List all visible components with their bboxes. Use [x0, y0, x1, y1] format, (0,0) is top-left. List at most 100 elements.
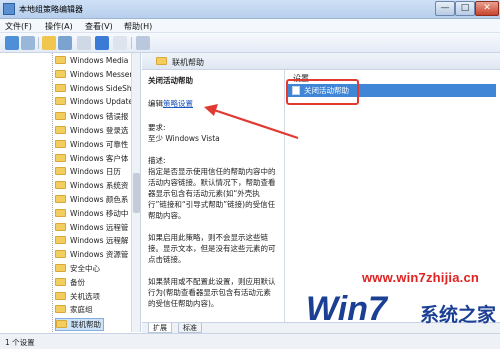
folder-icon	[55, 56, 66, 64]
tree-item[interactable]: Windows 日历	[55, 166, 121, 179]
up-folder-icon[interactable]	[42, 36, 56, 50]
back-icon[interactable]	[5, 36, 19, 50]
maximize-button[interactable]: □	[455, 1, 475, 16]
tree-item[interactable]: Windows 客户体	[55, 153, 128, 166]
app-icon	[3, 3, 15, 15]
folder-icon	[55, 167, 66, 176]
tree-item-label: Windows 远程解	[70, 236, 129, 246]
disabled-text: 如果禁用或不配置此设置，则应用默认行为(帮助查看器显示包含有活动元素的受信任帮助…	[148, 277, 276, 308]
help-icon[interactable]	[95, 36, 109, 50]
tree-item-label: Windows Media	[70, 56, 129, 65]
tree-item-label: 家庭组	[70, 305, 93, 315]
description-text: 指定是否显示使用信任的帮助内容中的活动内容链接。默认情况下，帮助查看器显示包含有…	[148, 167, 276, 220]
export-list-icon[interactable]	[77, 36, 91, 50]
menu-bar: 文件(F) 操作(A) 查看(V) 帮助(H)	[0, 19, 500, 33]
tab-standard[interactable]: 标准	[178, 323, 202, 333]
menu-action[interactable]: 操作(A)	[45, 21, 73, 32]
folder-icon	[55, 250, 66, 259]
tree-item-label: 备份	[70, 277, 85, 287]
tree-item-label: 安全中心	[70, 264, 100, 273]
watermark: www.win7zhijia.cn Win7 系统之家	[300, 270, 500, 332]
folder-icon	[55, 208, 66, 217]
folder-icon	[55, 264, 66, 272]
tree-item[interactable]: Windows Messen	[55, 69, 135, 83]
menu-help[interactable]: 帮助(H)	[124, 21, 152, 32]
tree-item-label: Windows 颜色系	[70, 195, 129, 204]
tab-extended[interactable]: 扩展	[148, 323, 172, 333]
tree-item[interactable]: 备份	[55, 277, 85, 290]
folder-icon	[55, 305, 66, 314]
folder-icon	[55, 83, 66, 92]
tree-item-label: Windows Messen	[70, 69, 135, 79]
folder-icon	[55, 181, 66, 190]
description-label: 描述:	[148, 156, 166, 165]
scrollbar-thumb[interactable]	[133, 173, 140, 213]
tree-item-label: Windows 客户体	[70, 153, 129, 163]
tree-guide-line	[52, 53, 53, 332]
tree-item-label: Windows 远程管	[70, 222, 129, 232]
tree-item[interactable]: Windows 远程管	[55, 222, 128, 235]
folder-icon	[55, 195, 66, 203]
folder-icon	[55, 97, 66, 106]
annotation-arrow	[204, 104, 299, 140]
folder-icon	[55, 153, 66, 162]
tree-item[interactable]: Windows 错误报	[55, 111, 128, 124]
tree-item[interactable]: Windows 颜色系	[55, 194, 128, 207]
tree-item[interactable]: Windows 系统资	[55, 180, 128, 193]
panel-header-title: 联机帮助	[172, 58, 204, 67]
folder-icon	[55, 126, 66, 134]
tree-item[interactable]: Windows SideSh	[55, 83, 132, 97]
folder-icon	[55, 277, 66, 286]
panel-header: 联机帮助	[142, 53, 500, 70]
tree-scrollbar[interactable]	[131, 53, 140, 332]
toolbar-separator	[38, 37, 39, 49]
folder-icon	[55, 69, 66, 78]
tree-item-label: 关机选项	[70, 291, 100, 301]
toolbar	[0, 33, 500, 53]
tree-item-label: Windows 系统资	[70, 181, 129, 191]
menu-file[interactable]: 文件(F)	[5, 21, 32, 32]
tree-item[interactable]: 关机选项	[55, 291, 100, 304]
tree-item[interactable]: Windows 远程解	[55, 235, 128, 248]
status-text: 1 个设置	[5, 338, 35, 347]
close-button[interactable]: ✕	[475, 1, 499, 16]
tree-item-label: 联机帮助	[71, 320, 101, 330]
enabled-text: 如果启用此策略，则不会显示这些链接。显示文本，但是没有这些元素的可点击链接。	[148, 233, 276, 264]
tree-panel: Windows Media Windows Messen Windows SideS…	[0, 53, 141, 332]
window-title: 本地组策略编辑器	[19, 5, 83, 14]
toolbar-separator	[131, 37, 132, 49]
minimize-button[interactable]: —	[435, 1, 455, 16]
filter-icon[interactable]	[136, 36, 150, 50]
properties-icon[interactable]	[113, 36, 127, 50]
title-bar: 本地组策略编辑器 — □ ✕	[0, 0, 500, 19]
tree-item[interactable]: 家庭组	[55, 304, 93, 317]
tree-item[interactable]: Windows 登录选	[55, 125, 128, 138]
folder-icon	[55, 291, 66, 300]
edit-prefix: 编辑	[148, 99, 163, 108]
tree-item-label: Windows 日历	[70, 167, 121, 177]
tree-item-label: Windows 错误报	[70, 112, 129, 122]
tree-item-label: Windows 可靠性	[70, 139, 129, 149]
show-hide-tree-icon[interactable]	[58, 36, 72, 50]
watermark-logo-text: Win7	[306, 290, 389, 328]
tree-item[interactable]: Windows 资源管	[55, 249, 128, 262]
tree-item[interactable]: 联机帮助	[55, 318, 104, 332]
tree-item[interactable]: Windows Media	[55, 56, 128, 69]
folder-icon	[55, 139, 66, 148]
tree-item[interactable]: 安全中心	[55, 263, 100, 276]
folder-icon	[156, 57, 167, 65]
edit-policy-link[interactable]: 策略设置	[163, 99, 193, 108]
tree-item-label: Windows 登录选	[70, 126, 129, 135]
watermark-logo: Win7	[306, 290, 389, 328]
tree-item-label: Windows SideSh	[70, 83, 132, 93]
tree-item-label: Windows Update	[70, 97, 134, 107]
tree-item[interactable]: Windows Update	[55, 97, 133, 110]
menu-view[interactable]: 查看(V)	[85, 21, 113, 32]
status-bar: 1 个设置	[0, 333, 500, 349]
tree-item[interactable]: Windows 可靠性	[55, 139, 128, 152]
folder-icon	[55, 236, 66, 245]
forward-icon[interactable]	[21, 36, 35, 50]
tree-item-label: Windows 资源管	[70, 250, 129, 260]
tree-item[interactable]: Windows 移动中	[55, 208, 128, 221]
folder-icon	[56, 320, 67, 329]
